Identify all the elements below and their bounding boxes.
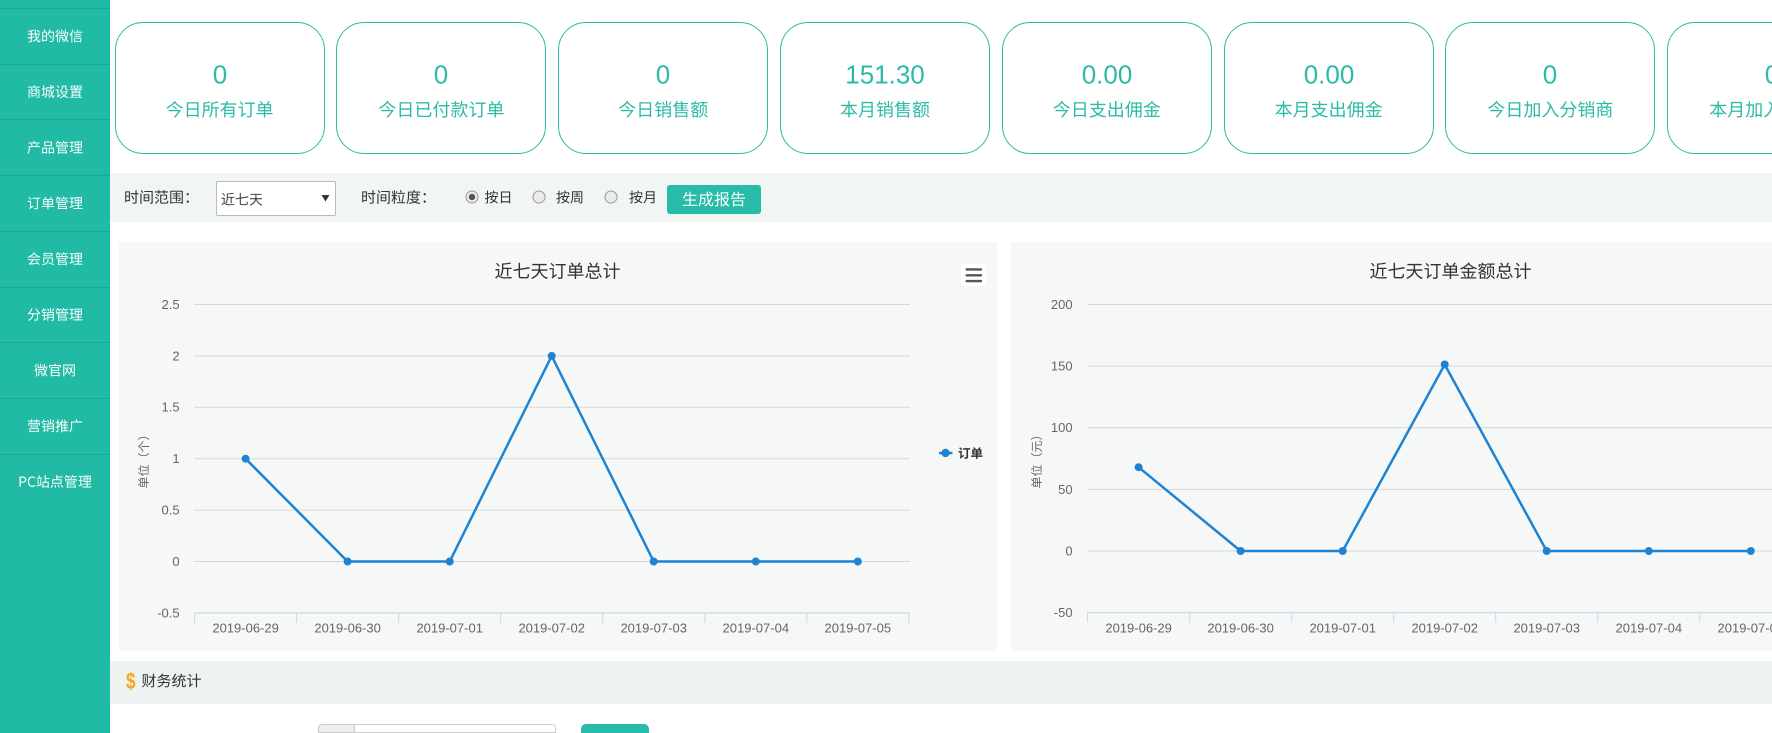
svg-text:2019-07-05: 2019-07-05 (825, 621, 892, 636)
svg-text:2019-07-04: 2019-07-04 (1616, 621, 1683, 636)
svg-text:0.00: 0.00 (1082, 60, 1133, 90)
svg-text:2019-06-29: 2019-06-29 (1105, 621, 1172, 636)
svg-text:1: 1 (172, 451, 179, 466)
svg-text:-50: -50 (1054, 605, 1073, 620)
svg-text:2.5: 2.5 (162, 297, 180, 312)
svg-text:2019-06-30: 2019-06-30 (314, 621, 381, 636)
svg-text:0: 0 (434, 60, 448, 90)
svg-text:$: $ (126, 668, 136, 694)
svg-text:150: 150 (1051, 359, 1073, 374)
svg-text:0: 0 (656, 60, 670, 90)
svg-text:0: 0 (1543, 60, 1557, 90)
svg-text:2019-07-01: 2019-07-01 (1309, 621, 1376, 636)
svg-text:0: 0 (172, 554, 179, 569)
svg-text:2019-07-02: 2019-07-02 (518, 621, 585, 636)
svg-text:-0.5: -0.5 (157, 605, 179, 620)
svg-text:0: 0 (1765, 60, 1772, 90)
svg-text:2019-07-01: 2019-07-01 (416, 621, 483, 636)
svg-text:2019-07-03: 2019-07-03 (1513, 621, 1580, 636)
svg-text:2019-07-04: 2019-07-04 (723, 621, 790, 636)
svg-text:2019-06-30: 2019-06-30 (1207, 621, 1274, 636)
svg-text:2: 2 (172, 348, 179, 363)
svg-text:0: 0 (1065, 543, 1072, 558)
svg-text:100: 100 (1051, 420, 1073, 435)
svg-text:2019-06-29: 2019-06-29 (212, 621, 279, 636)
svg-text:200: 200 (1051, 297, 1073, 312)
svg-text:2019-07-03: 2019-07-03 (620, 621, 687, 636)
svg-text:2019-07-02: 2019-07-02 (1411, 621, 1478, 636)
svg-text:2019-07-05: 2019-07-05 (1718, 621, 1772, 636)
svg-text:0: 0 (213, 60, 227, 90)
svg-text:0.00: 0.00 (1304, 60, 1355, 90)
svg-text:1.5: 1.5 (162, 400, 180, 415)
svg-text:50: 50 (1058, 482, 1072, 497)
svg-text:0.5: 0.5 (162, 503, 180, 518)
svg-text:151.30: 151.30 (845, 60, 925, 90)
